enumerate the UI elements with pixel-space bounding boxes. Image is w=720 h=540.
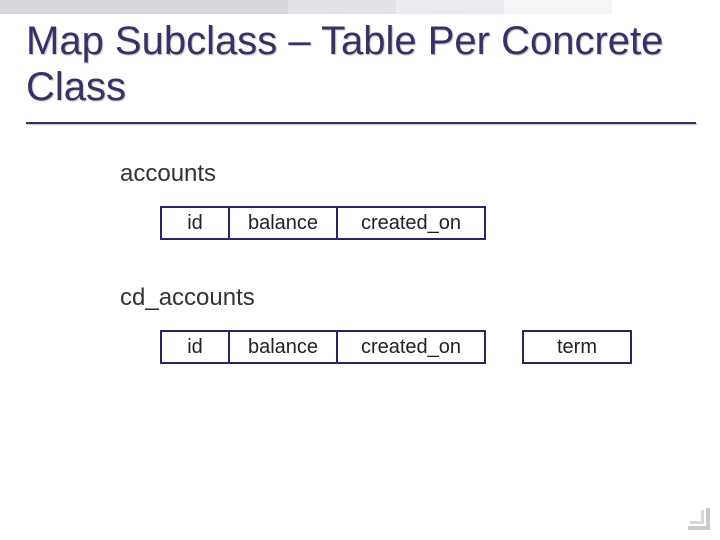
table-label-cd-accounts: cd_accounts: [120, 284, 680, 312]
slide-corner-decoration: [682, 502, 710, 530]
slide-top-gradient: [0, 0, 720, 14]
column-created-on: created_on: [336, 206, 486, 240]
slide-title: Map Subclass – Table Per Concrete Class: [26, 18, 690, 110]
table-label-accounts: accounts: [120, 160, 680, 188]
column-term: term: [522, 330, 632, 364]
table-cd-accounts: cd_accounts id balance created_on term: [120, 284, 680, 364]
column-id: id: [160, 206, 230, 240]
column-id: id: [160, 330, 230, 364]
title-underline: [26, 122, 696, 124]
slide-content: accounts id balance created_on cd_accoun…: [120, 160, 680, 408]
column-created-on: created_on: [336, 330, 486, 364]
column-gap: [484, 330, 524, 364]
table-row: id balance created_on: [160, 206, 680, 240]
table-accounts: accounts id balance created_on: [120, 160, 680, 240]
column-balance: balance: [228, 330, 338, 364]
column-balance: balance: [228, 206, 338, 240]
table-row: id balance created_on term: [160, 330, 680, 364]
